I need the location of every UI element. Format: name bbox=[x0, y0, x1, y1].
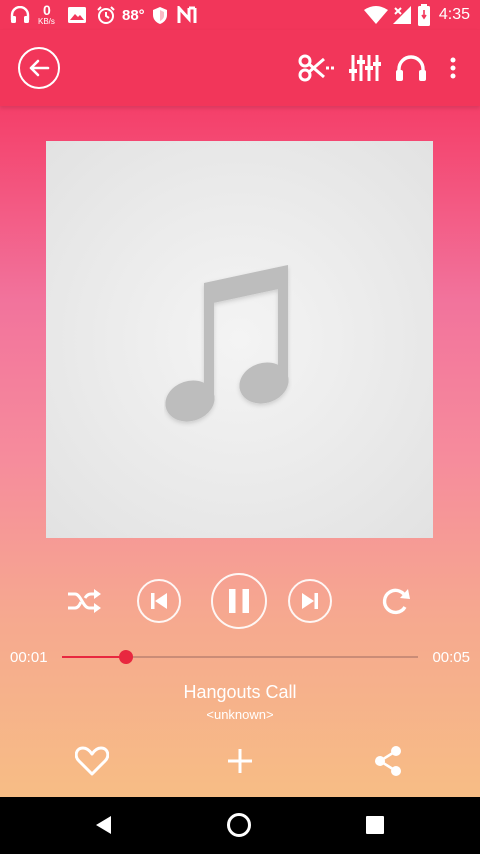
seek-progress bbox=[62, 656, 126, 658]
pause-icon bbox=[229, 589, 249, 613]
shuffle-button[interactable] bbox=[62, 580, 106, 622]
album-art bbox=[46, 141, 433, 538]
repeat-icon bbox=[382, 588, 410, 615]
status-bar: 0 KB/s 88° 4:35 bbox=[0, 0, 480, 30]
n-notification-icon bbox=[177, 6, 197, 23]
heart-icon bbox=[75, 746, 109, 776]
share-icon bbox=[375, 746, 401, 776]
seek-thumb[interactable] bbox=[119, 650, 133, 664]
equalizer-button[interactable] bbox=[346, 30, 384, 106]
skip-next-icon bbox=[302, 593, 318, 609]
plus-icon bbox=[228, 749, 252, 773]
signal-icon bbox=[393, 6, 411, 24]
more-options-button[interactable] bbox=[440, 30, 466, 106]
share-button[interactable] bbox=[364, 740, 412, 782]
favorite-button[interactable] bbox=[68, 740, 116, 782]
music-note-icon bbox=[165, 265, 289, 422]
more-vert-icon bbox=[450, 57, 456, 79]
recents-square-icon bbox=[366, 816, 384, 834]
nav-home-button[interactable] bbox=[219, 805, 259, 845]
equalizer-icon bbox=[349, 55, 381, 81]
navigation-bar bbox=[0, 797, 480, 854]
song-artist: <unknown> bbox=[206, 707, 274, 722]
battery-icon bbox=[418, 4, 430, 26]
image-icon bbox=[68, 7, 86, 23]
nav-back-button[interactable] bbox=[84, 805, 124, 845]
wifi-icon bbox=[364, 6, 388, 24]
net-speed-value: 0 bbox=[43, 2, 51, 18]
arrow-left-icon bbox=[18, 47, 60, 89]
add-to-playlist-button[interactable] bbox=[216, 740, 264, 782]
shield-icon bbox=[153, 7, 167, 24]
next-button[interactable] bbox=[288, 579, 332, 623]
total-duration: 00:05 bbox=[432, 649, 470, 666]
headphones-icon bbox=[396, 55, 426, 81]
nav-recents-button[interactable] bbox=[355, 805, 395, 845]
toolbar bbox=[0, 30, 480, 106]
scissors-icon bbox=[298, 54, 334, 82]
alarm-icon bbox=[97, 6, 115, 24]
headset-button[interactable] bbox=[392, 30, 430, 106]
home-circle-icon bbox=[227, 813, 251, 837]
clock-text: 4:35 bbox=[438, 6, 470, 23]
repeat-button[interactable] bbox=[374, 580, 418, 622]
temperature-text: 88° bbox=[122, 7, 145, 24]
elapsed-time: 00:01 bbox=[10, 649, 48, 666]
cut-button[interactable] bbox=[296, 30, 336, 106]
shuffle-icon bbox=[68, 589, 101, 613]
net-speed-unit: KB/s bbox=[38, 17, 55, 26]
skip-previous-icon bbox=[151, 593, 167, 609]
back-triangle-icon bbox=[96, 816, 111, 834]
pause-button[interactable] bbox=[211, 573, 267, 629]
back-button[interactable] bbox=[16, 30, 62, 106]
song-title: Hangouts Call bbox=[183, 682, 297, 702]
headphones-status-icon bbox=[10, 6, 30, 23]
previous-button[interactable] bbox=[137, 579, 181, 623]
